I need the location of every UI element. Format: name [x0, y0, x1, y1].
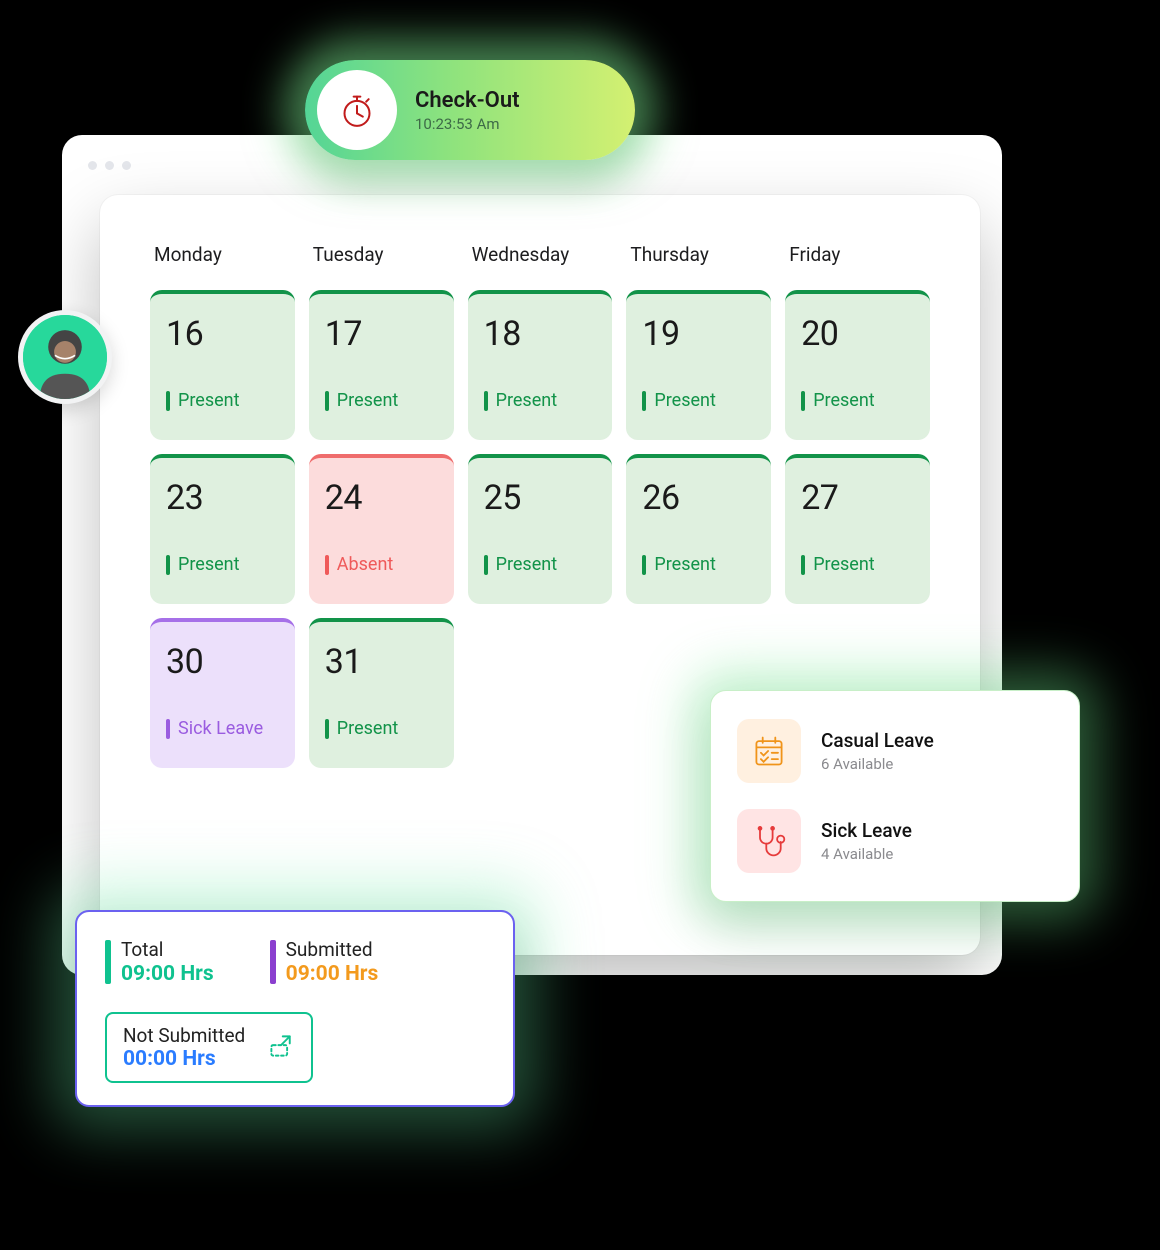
day-status: Present [484, 390, 597, 411]
day-number: 19 [642, 314, 755, 354]
status-bar-icon [325, 391, 329, 411]
calendar-day[interactable]: 31 Present [309, 618, 454, 768]
calendar-day[interactable]: 30 Sick Leave [150, 618, 295, 768]
day-number: 31 [325, 642, 438, 682]
check-out-button[interactable]: Check-Out 10:23:53 Am [305, 60, 635, 160]
day-status-label: Present [337, 390, 399, 411]
day-number: 26 [642, 478, 755, 518]
day-status-label: Present [654, 390, 716, 411]
status-bar-icon [325, 719, 329, 739]
total-hours-value: 09:00 Hrs [121, 962, 214, 986]
day-number: 25 [484, 478, 597, 518]
status-bar-icon [166, 719, 170, 739]
calendar-day[interactable]: 17 Present [309, 290, 454, 440]
calendar-day[interactable]: 23 Present [150, 454, 295, 604]
day-number: 23 [166, 478, 279, 518]
calendar-day[interactable]: 26 Present [626, 454, 771, 604]
weekday-label: Friday [785, 243, 930, 266]
calendar-day[interactable]: 19 Present [626, 290, 771, 440]
status-bar-icon [484, 555, 488, 575]
submitted-hours-label: Submitted [286, 938, 379, 961]
check-out-time: 10:23:53 Am [415, 115, 520, 133]
weekday-label: Tuesday [309, 243, 454, 266]
weekday-label: Wednesday [468, 243, 613, 266]
day-status-label: Present [496, 554, 558, 575]
submitted-hours-metric: Submitted 09:00 Hrs [270, 938, 379, 986]
day-status: Present [801, 554, 914, 575]
status-bar-icon [642, 555, 646, 575]
hours-summary-card: Total 09:00 Hrs Submitted 09:00 Hrs Not … [75, 910, 515, 1107]
sick-leave-row[interactable]: Sick Leave 4 Available [737, 809, 1053, 873]
export-icon [267, 1032, 295, 1064]
day-status-label: Present [813, 390, 875, 411]
day-status-label: Present [654, 554, 716, 575]
weekday-label: Thursday [626, 243, 771, 266]
calendar-check-icon [737, 719, 801, 783]
not-submitted-button[interactable]: Not Submitted 00:00 Hrs [105, 1012, 313, 1083]
day-number: 24 [325, 478, 438, 518]
status-bar-icon [801, 555, 805, 575]
status-bar-icon [166, 391, 170, 411]
leave-balance-card: Casual Leave 6 Available Sick Leave 4 Av… [710, 690, 1080, 902]
weekday-row: Monday Tuesday Wednesday Thursday Friday [150, 243, 930, 266]
total-hours-label: Total [121, 938, 214, 961]
casual-leave-available: 6 Available [821, 755, 934, 773]
stethoscope-icon [737, 809, 801, 873]
calendar-day[interactable]: 16 Present [150, 290, 295, 440]
casual-leave-row[interactable]: Casual Leave 6 Available [737, 719, 1053, 783]
day-status-label: Present [178, 390, 240, 411]
day-status: Present [801, 390, 914, 411]
status-bar-icon [801, 391, 805, 411]
calendar-day[interactable]: 20 Present [785, 290, 930, 440]
day-status-label: Present [813, 554, 875, 575]
day-status: Present [166, 390, 279, 411]
day-status: Present [484, 554, 597, 575]
day-status: Absent [325, 554, 438, 575]
day-number: 17 [325, 314, 438, 354]
not-submitted-label: Not Submitted [123, 1024, 245, 1047]
calendar-day[interactable]: 25 Present [468, 454, 613, 604]
weekday-label: Monday [150, 243, 295, 266]
sick-leave-title: Sick Leave [821, 819, 912, 842]
day-number: 18 [484, 314, 597, 354]
day-status-label: Present [496, 390, 558, 411]
calendar-day[interactable]: 18 Present [468, 290, 613, 440]
calendar-day[interactable]: 24 Absent [309, 454, 454, 604]
status-bar-icon [325, 555, 329, 575]
day-status-label: Present [178, 554, 240, 575]
stopwatch-icon [317, 70, 397, 150]
avatar[interactable] [18, 310, 112, 404]
not-submitted-value: 00:00 Hrs [123, 1047, 245, 1071]
day-status: Present [325, 718, 438, 739]
day-status: Sick Leave [166, 718, 279, 739]
calendar-day[interactable]: 27 Present [785, 454, 930, 604]
day-status-label: Present [337, 718, 399, 739]
sick-leave-available: 4 Available [821, 845, 912, 863]
day-status-label: Absent [337, 554, 394, 575]
day-status: Present [166, 554, 279, 575]
day-number: 27 [801, 478, 914, 518]
status-bar-icon [166, 555, 170, 575]
submitted-hours-value: 09:00 Hrs [286, 962, 379, 986]
day-status: Present [642, 390, 755, 411]
day-number: 20 [801, 314, 914, 354]
day-status: Present [642, 554, 755, 575]
day-number: 30 [166, 642, 279, 682]
check-out-title: Check-Out [415, 88, 520, 113]
day-status-label: Sick Leave [178, 718, 263, 739]
status-bar-icon [484, 391, 488, 411]
status-bar-icon [642, 391, 646, 411]
total-hours-metric: Total 09:00 Hrs [105, 938, 214, 986]
day-status: Present [325, 390, 438, 411]
casual-leave-title: Casual Leave [821, 729, 934, 752]
day-number: 16 [166, 314, 279, 354]
window-controls [88, 161, 131, 170]
